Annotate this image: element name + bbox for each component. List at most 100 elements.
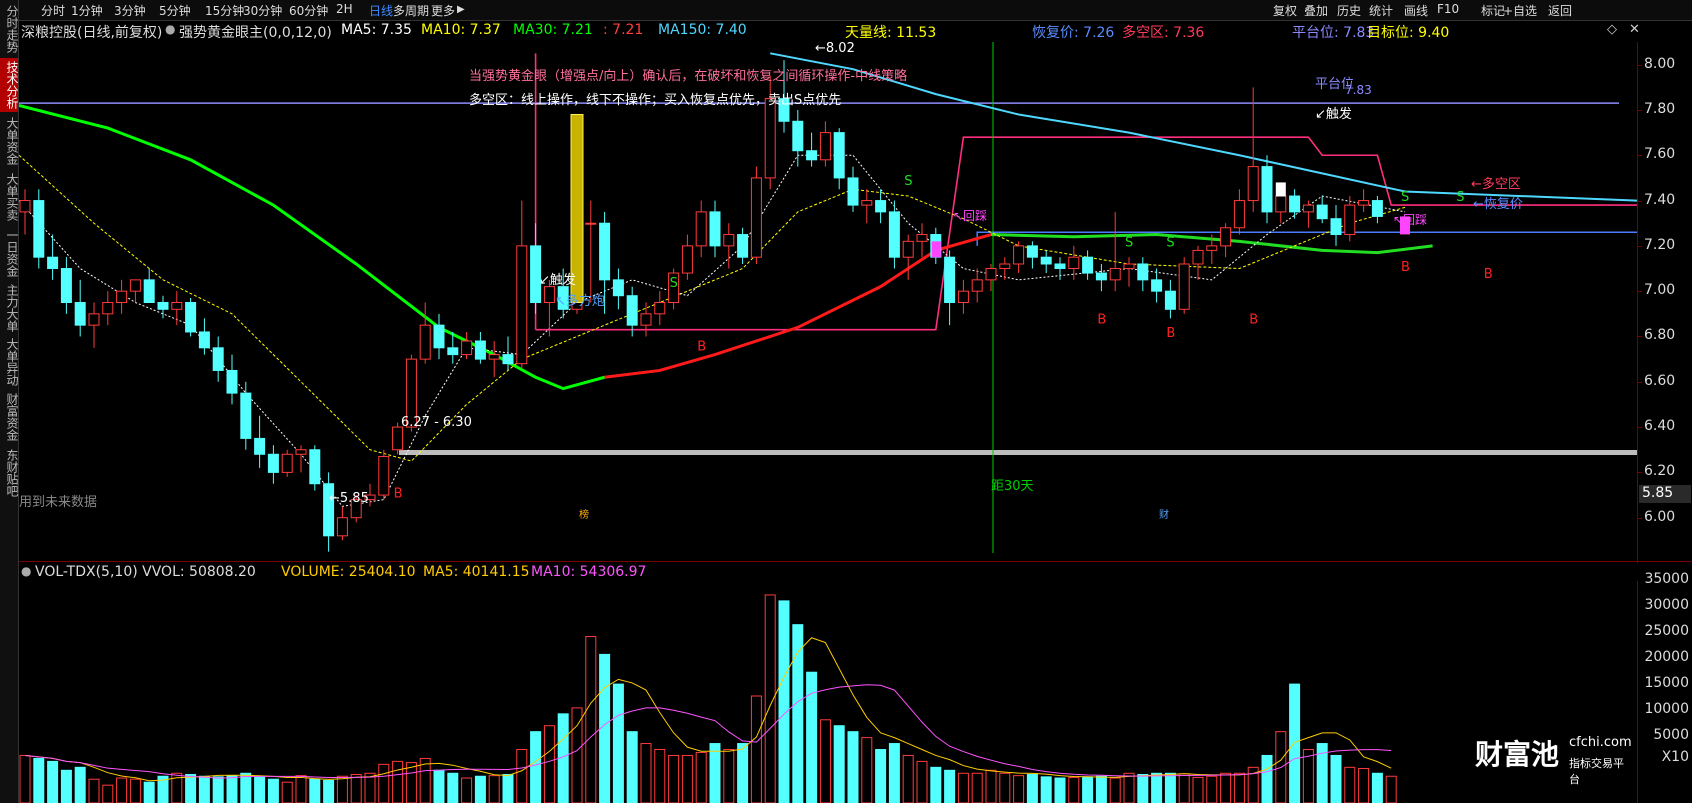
- volume-bar: [378, 763, 390, 803]
- close-icon[interactable]: ✕: [1629, 22, 1640, 37]
- more-chevron-icon[interactable]: ▶: [457, 4, 465, 15]
- volume-bar: [806, 671, 818, 803]
- period-0[interactable]: 分时: [41, 2, 65, 19]
- volume-bar: [461, 777, 473, 803]
- volume-bar: [1289, 683, 1301, 803]
- candle-body: [737, 234, 749, 258]
- volume-bar: [709, 743, 721, 803]
- volume-chart[interactable]: [19, 581, 1637, 803]
- collapse-icon[interactable]: ◇: [1607, 22, 1617, 37]
- volume-bar: [819, 719, 831, 803]
- sidebar-tab-5[interactable]: 主力大单: [0, 282, 19, 334]
- candle-body: [1275, 195, 1287, 213]
- settings-dot-icon[interactable]: ●: [165, 22, 175, 36]
- huicai-label-1: ↖回踩: [953, 209, 987, 223]
- volume-bar: [1026, 773, 1038, 803]
- volume-bar: [861, 737, 873, 803]
- period-7[interactable]: 2H: [336, 2, 353, 16]
- candle-body: [764, 98, 776, 179]
- volume-settings-icon[interactable]: ●: [21, 564, 31, 578]
- volume-bar: [474, 775, 486, 803]
- brand-watermark: 财富池 cfchi.com 指标交易平台: [1475, 733, 1632, 786]
- sidebar-tab-8[interactable]: 东财贴吧: [0, 446, 19, 500]
- volume-bar: [516, 749, 528, 803]
- volume-bar: [599, 653, 611, 803]
- sidebar-tab-6[interactable]: 大单异动: [0, 336, 19, 388]
- volume-bar: [226, 775, 238, 803]
- volume-bar: [750, 695, 762, 803]
- toolbar-0[interactable]: 复权: [1273, 2, 1297, 19]
- candle-body: [336, 517, 348, 537]
- trigger-label-1: ↙触发: [539, 272, 576, 288]
- sidebar-tab-7[interactable]: 财富资金: [0, 390, 19, 444]
- toolbar-4[interactable]: 画线: [1404, 2, 1428, 19]
- candlestick-chart[interactable]: 当强势黄金眼（增强点/向上）确认后，在破坏和恢复之间循环操作-中线策略多空区：线…: [19, 42, 1637, 563]
- volume-bar: [999, 772, 1011, 803]
- price-tick-mark: [1638, 245, 1642, 247]
- volume-bar: [640, 743, 652, 803]
- candle-body: [116, 290, 128, 304]
- candle-body: [833, 132, 845, 179]
- candle-body: [847, 177, 859, 206]
- period-9[interactable]: 多周期: [393, 2, 429, 19]
- volume-bar: [1054, 777, 1066, 803]
- ma30-value: MA30: 7.21: [513, 22, 593, 38]
- sidebar-tab-1[interactable]: 技术分析: [0, 58, 19, 112]
- trigger-label-2: ↙触发: [1315, 106, 1352, 122]
- candle-body: [916, 234, 928, 242]
- volume-bar: [1330, 754, 1342, 803]
- volume-bar: [47, 760, 59, 803]
- toolbar-5[interactable]: F10: [1437, 2, 1459, 16]
- toolbar-7[interactable]: +自选: [1503, 2, 1537, 19]
- volume-ma10: MA10: 54306.97: [531, 564, 647, 580]
- period-8[interactable]: 日线: [369, 2, 393, 19]
- toolbar-2[interactable]: 历史: [1337, 2, 1361, 19]
- ma10-line: [19, 154, 1406, 462]
- candle-body: [19, 200, 31, 213]
- duofang-label: ↖多方炮: [555, 293, 605, 309]
- price-tick: 7.80: [1644, 100, 1676, 117]
- support-band: [399, 450, 1637, 456]
- toolbar-8[interactable]: 返回: [1548, 2, 1572, 19]
- candle-body: [585, 222, 597, 225]
- volume-bar: [1261, 754, 1273, 803]
- period-10[interactable]: 更多: [431, 2, 455, 19]
- period-2[interactable]: 3分钟: [114, 2, 146, 19]
- volume-bar: [626, 731, 638, 803]
- candle-body: [502, 354, 514, 365]
- toolbar-6[interactable]: 标记: [1481, 2, 1505, 19]
- candle-body: [157, 302, 169, 310]
- sidebar-tab-4[interactable]: 一日资金: [0, 226, 19, 280]
- period-4[interactable]: 15分钟: [205, 2, 244, 19]
- volume-tick: 25000: [1644, 623, 1689, 639]
- price-tick-mark: [1638, 64, 1642, 66]
- volume-bar: [392, 760, 404, 803]
- volume-bar: [944, 769, 956, 803]
- sidebar-tab-0[interactable]: 分时走势: [0, 2, 19, 56]
- toolbar-3[interactable]: 统计: [1369, 2, 1393, 19]
- candle-body: [1358, 200, 1370, 206]
- volume-bar: [60, 769, 72, 803]
- volume-bar: [833, 725, 845, 803]
- volume-bar: [1013, 775, 1025, 803]
- sidebar-tab-3[interactable]: 大单买卖: [0, 170, 19, 224]
- volume-bar: [1137, 773, 1149, 803]
- bang-mark: 榜: [579, 508, 589, 521]
- volume-bar: [102, 784, 114, 803]
- candle-body: [543, 286, 555, 303]
- buy-marker: B: [394, 487, 403, 502]
- price-tick: 6.60: [1644, 372, 1676, 389]
- price-tick-mark: [1638, 155, 1642, 157]
- period-1[interactable]: 1分钟: [71, 2, 103, 19]
- period-3[interactable]: 5分钟: [159, 2, 191, 19]
- toolbar-1[interactable]: 叠加: [1304, 2, 1328, 19]
- volume-bar: [1220, 772, 1232, 803]
- candle-body: [433, 324, 445, 349]
- volume-bar: [74, 766, 86, 803]
- period-5[interactable]: 30分钟: [243, 2, 282, 19]
- indicator-name: 强势黄金眼主(0,0,12,0): [179, 25, 332, 41]
- volume-ma10-line: [24, 684, 1392, 779]
- volume-tick: 5000: [1653, 727, 1689, 743]
- sidebar-tab-2[interactable]: 大单资金: [0, 114, 19, 168]
- period-6[interactable]: 60分钟: [289, 2, 328, 19]
